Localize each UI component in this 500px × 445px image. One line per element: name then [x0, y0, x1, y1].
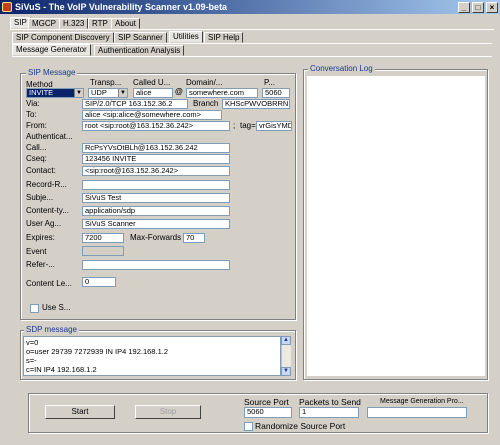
record-route-label: Record-R...: [26, 180, 67, 189]
packets-to-send-label: Packets to Send: [299, 397, 361, 407]
title-bar[interactable]: SiVuS - The VoIP Vulnerability Scanner v…: [0, 0, 500, 14]
chevron-down-icon[interactable]: ▼: [74, 89, 83, 97]
subject-label: Subje...: [26, 193, 54, 202]
conversation-log-label: Conversation Log: [308, 64, 375, 73]
contact-label: Contact:: [26, 166, 56, 175]
call-id-label: Call...: [26, 143, 47, 152]
domain-label: Domain/...: [186, 78, 223, 87]
tag-separator: ;: [233, 121, 236, 130]
called-user-label: Called U...: [133, 78, 171, 87]
via-label: Via:: [26, 99, 40, 108]
tab-strip-line-3: [12, 56, 492, 57]
expires-input[interactable]: 7200: [82, 233, 124, 243]
tab-sip-component-discovery[interactable]: SIP Component Discovery: [12, 32, 114, 43]
close-button[interactable]: ×: [486, 1, 498, 13]
at-sign: @: [175, 87, 183, 96]
cseq-input[interactable]: 123456 INVITE: [82, 154, 230, 164]
tag-label: tag=: [240, 121, 256, 130]
port-input[interactable]: 5060: [262, 88, 290, 98]
message-generation-progress-bar: [367, 407, 467, 418]
chevron-down-icon[interactable]: ▼: [118, 89, 127, 97]
minimize-button[interactable]: _: [458, 1, 470, 13]
from-input[interactable]: root <sip:root@163.152.36.242>: [82, 121, 230, 131]
use-sdp-checkbox[interactable]: [30, 304, 39, 313]
tab-authentication-analysis[interactable]: Authentication Analysis: [94, 45, 185, 56]
maximize-button[interactable]: □: [472, 1, 484, 13]
transport-select[interactable]: UDP ▼: [88, 88, 128, 98]
sdp-message-textarea[interactable]: v=0 o=user 29739 7272939 IN IP4 192.168.…: [23, 336, 281, 376]
user-agent-label: User Ag...: [26, 219, 62, 228]
refer-to-input[interactable]: [82, 260, 230, 270]
content-length-input[interactable]: 0: [82, 277, 116, 287]
conversation-log-area[interactable]: [306, 75, 486, 377]
branch-input[interactable]: KHScPWVOBRRN: [222, 99, 290, 109]
window-title: SiVuS - The VoIP Vulnerability Scanner v…: [15, 2, 228, 12]
tag-input[interactable]: vrGisYMDTd: [256, 121, 292, 131]
tab-mgcp[interactable]: MGCP: [28, 18, 60, 29]
call-id-input[interactable]: RcPsYVsOtBLh@163.152.36.242: [82, 143, 230, 153]
user-agent-input[interactable]: SiVuS Scanner: [82, 219, 230, 229]
scroll-down-icon[interactable]: ▼: [281, 367, 291, 376]
content-length-label: Content Le...: [26, 279, 72, 288]
randomize-source-port-checkbox[interactable]: [244, 422, 253, 431]
source-port-input[interactable]: 5060: [244, 407, 292, 418]
tab-about[interactable]: About: [111, 18, 140, 29]
content-type-input[interactable]: application/sdp: [82, 206, 230, 216]
expires-label: Expires:: [26, 233, 55, 242]
message-generation-progress-label: Message Generation Pro...: [380, 398, 464, 405]
tab-sip-help[interactable]: SIP Help: [204, 32, 244, 43]
to-input[interactable]: alice <sip:alice@somewhere.com>: [82, 110, 222, 120]
event-input[interactable]: [82, 246, 124, 256]
from-label: From:: [26, 121, 47, 130]
to-label: To:: [26, 110, 37, 119]
method-value: INVITE: [29, 88, 54, 97]
authentication-label: Authenticat...: [26, 132, 73, 141]
branch-label: Branch: [193, 99, 219, 108]
contact-input[interactable]: <sip:root@163.152.36.242>: [82, 166, 230, 176]
use-sdp-label: Use S...: [42, 303, 71, 312]
tab-strip-line: [10, 29, 494, 30]
cseq-label: Cseq:: [26, 154, 47, 163]
transport-label: Transp...: [90, 78, 122, 87]
source-port-label: Source Port: [244, 397, 289, 407]
max-forwards-label: Max-Forwards: [130, 233, 182, 242]
tab-sip-scanner[interactable]: SIP Scanner: [114, 32, 167, 43]
port-label: P...: [264, 78, 275, 87]
transport-value: UDP: [91, 88, 107, 97]
tab-h323[interactable]: H.323: [59, 18, 89, 29]
method-select[interactable]: INVITE ▼: [26, 88, 84, 98]
record-route-input[interactable]: [82, 180, 230, 190]
event-label: Event: [26, 247, 47, 256]
packets-to-send-input[interactable]: 1: [299, 407, 359, 418]
app-icon: [2, 2, 12, 12]
sdp-message-label: SDP message: [24, 325, 79, 334]
content-type-label: Content-ty...: [26, 206, 69, 215]
domain-input[interactable]: somewhere.com: [186, 88, 258, 98]
via-input[interactable]: SIP/2.0/TCP 163.152.36.2: [82, 99, 188, 109]
scroll-up-icon[interactable]: ▲: [281, 336, 291, 345]
max-forwards-input[interactable]: 70: [183, 233, 205, 243]
called-user-input[interactable]: alice: [133, 88, 173, 98]
tab-rtp[interactable]: RTP: [88, 18, 112, 29]
sip-message-group-label: SIP Message: [26, 68, 78, 77]
subject-input[interactable]: SiVuS Test: [82, 193, 230, 203]
tab-utilities[interactable]: Utilities: [169, 31, 203, 43]
refer-to-label: Refer-...: [26, 260, 55, 269]
start-button[interactable]: Start: [45, 405, 115, 419]
stop-button[interactable]: Stop: [135, 405, 201, 419]
tab-message-generator[interactable]: Message Generator: [12, 44, 91, 56]
randomize-source-port-label: Randomize Source Port: [255, 421, 346, 431]
